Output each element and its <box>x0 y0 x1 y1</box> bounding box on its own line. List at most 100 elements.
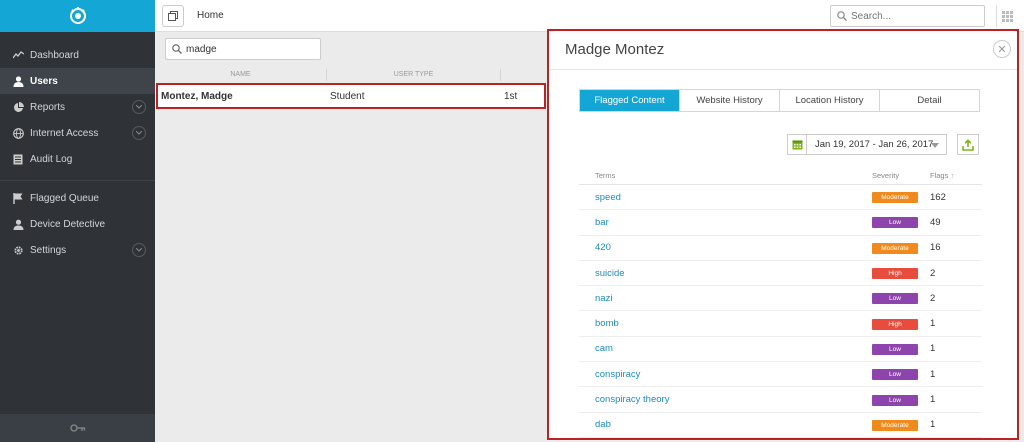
flags-count: 1 <box>930 343 936 355</box>
flags-header-label: Flags <box>930 171 949 180</box>
sidebar-item-label: Settings <box>30 244 67 256</box>
panel-title: Madge Montez <box>565 41 665 58</box>
sidebar-item-reports[interactable]: Reports <box>0 94 155 120</box>
sidebar-item-label: Device Detective <box>30 218 106 230</box>
table-row[interactable]: Montez, Madge Student 1st <box>156 83 546 109</box>
apps-grid-button[interactable] <box>996 5 1018 27</box>
user-search-input[interactable] <box>186 43 306 55</box>
tab-website-history[interactable]: Website History <box>680 90 780 111</box>
sidebar-nav: Dashboard Users Reports Internet Access … <box>0 32 155 263</box>
tab-detail[interactable]: Detail <box>880 90 979 111</box>
flags-count: 1 <box>930 394 936 406</box>
severity-badge: Moderate <box>872 192 918 204</box>
top-bar: Home <box>155 0 1024 32</box>
user-type: Student <box>330 90 365 102</box>
severity-badge: Low <box>872 217 918 229</box>
term-link[interactable]: conspiracy <box>579 369 872 380</box>
term-link[interactable]: nazi <box>579 293 872 304</box>
users-table-header: NAME USER TYPE <box>155 69 575 81</box>
term-link[interactable]: 420 <box>579 242 872 253</box>
user-icon <box>12 75 24 87</box>
calendar-icon <box>792 140 802 150</box>
globe-icon <box>12 127 24 139</box>
grid-icon <box>1002 10 1013 22</box>
flags-count: 162 <box>930 191 946 203</box>
gear-icon <box>12 244 24 256</box>
severity-badge: Low <box>872 343 918 355</box>
sidebar-item-users[interactable]: Users <box>0 68 155 94</box>
table-row[interactable]: cam Low 1 <box>579 337 982 363</box>
column-header-user-type[interactable]: USER TYPE <box>327 69 501 81</box>
table-row[interactable]: bomb High 1 <box>579 311 982 337</box>
search-icon <box>172 44 182 54</box>
flags-count: 2 <box>930 267 936 279</box>
global-search[interactable] <box>830 5 985 27</box>
export-button[interactable] <box>957 134 979 155</box>
date-range-select[interactable]: Jan 19, 2017 - Jan 26, 2017 <box>807 134 947 155</box>
global-search-input[interactable] <box>851 10 976 22</box>
flagged-terms-table: Terms Severity Flags ↑ speed Moderate 162 b… <box>579 167 982 438</box>
chevron-down-icon[interactable] <box>132 100 146 114</box>
tab-flagged-content[interactable]: Flagged Content <box>580 90 680 111</box>
panel-divider <box>549 69 1017 70</box>
key-icon <box>69 424 85 432</box>
dashboard-icon <box>12 49 24 61</box>
calendar-button[interactable] <box>787 134 807 155</box>
column-header-flags[interactable]: Flags ↑ <box>930 171 982 180</box>
pie-chart-icon <box>12 101 24 113</box>
term-link[interactable]: bar <box>579 217 872 228</box>
sort-up-icon: ↑ <box>950 171 955 180</box>
sidebar-item-dashboard[interactable]: Dashboard <box>0 42 155 68</box>
user-search[interactable] <box>165 38 321 60</box>
table-row[interactable]: conspiracy Low 1 <box>579 362 982 388</box>
severity-cell: Low <box>872 216 930 229</box>
sidebar: Dashboard Users Reports Internet Access … <box>0 0 155 442</box>
table-row[interactable]: 420 Moderate 16 <box>579 236 982 261</box>
flags-count: 16 <box>930 242 941 254</box>
table-row[interactable]: dab Moderate 1 <box>579 413 982 438</box>
severity-cell: High <box>872 318 930 330</box>
table-row[interactable]: nazi Low 2 <box>579 286 982 312</box>
column-header-terms[interactable]: Terms <box>579 171 872 180</box>
severity-cell: Low <box>872 343 930 355</box>
sidebar-item-internet-access[interactable]: Internet Access <box>0 120 155 146</box>
logo-icon <box>69 7 86 24</box>
term-link[interactable]: conspiracy theory <box>579 394 872 405</box>
tab-location-history[interactable]: Location History <box>780 90 880 111</box>
column-header-severity[interactable]: Severity <box>872 171 930 180</box>
table-row[interactable]: suicide High 2 <box>579 261 982 287</box>
app-logo[interactable] <box>0 0 155 32</box>
severity-badge: Low <box>872 394 918 406</box>
search-icon <box>837 11 847 21</box>
flagged-table-header: Terms Severity Flags ↑ <box>579 167 982 185</box>
sidebar-collapse-button[interactable] <box>0 414 155 442</box>
sidebar-item-label: Reports <box>30 101 66 113</box>
caret-down-icon <box>931 143 939 148</box>
sidebar-item-settings[interactable]: Settings <box>0 237 155 263</box>
sidebar-item-label: Flagged Queue <box>30 192 99 204</box>
table-row[interactable]: speed Moderate 162 <box>579 185 982 211</box>
table-row[interactable]: conspiracy theory Low 1 <box>579 387 982 413</box>
chevron-down-icon[interactable] <box>132 243 146 257</box>
term-link[interactable]: suicide <box>579 268 872 279</box>
user-detail-panel: Madge Montez ✕ Flagged Content Website H… <box>547 29 1019 440</box>
sidebar-item-audit-log[interactable]: Audit Log <box>0 146 155 172</box>
date-range-row: Jan 19, 2017 - Jan 26, 2017 <box>787 134 979 155</box>
breadcrumb-home[interactable]: Home <box>197 10 224 21</box>
term-link[interactable]: bomb <box>579 318 872 329</box>
column-header-name[interactable]: NAME <box>155 69 327 81</box>
term-link[interactable]: cam <box>579 343 872 354</box>
user-name: Montez, Madge <box>161 90 233 102</box>
sidebar-item-flagged-queue[interactable]: Flagged Queue <box>0 185 155 211</box>
term-link[interactable]: dab <box>579 419 872 430</box>
flags-count: 1 <box>930 318 936 330</box>
window-toggle-button[interactable] <box>162 5 184 27</box>
close-button[interactable]: ✕ <box>993 40 1011 58</box>
sidebar-item-label: Dashboard <box>30 49 79 61</box>
severity-badge: Low <box>872 293 918 305</box>
severity-badge: High <box>872 268 918 280</box>
chevron-down-icon[interactable] <box>132 126 146 140</box>
table-row[interactable]: bar Low 49 <box>579 210 982 236</box>
term-link[interactable]: speed <box>579 192 872 203</box>
sidebar-item-device-detective[interactable]: Device Detective <box>0 211 155 237</box>
